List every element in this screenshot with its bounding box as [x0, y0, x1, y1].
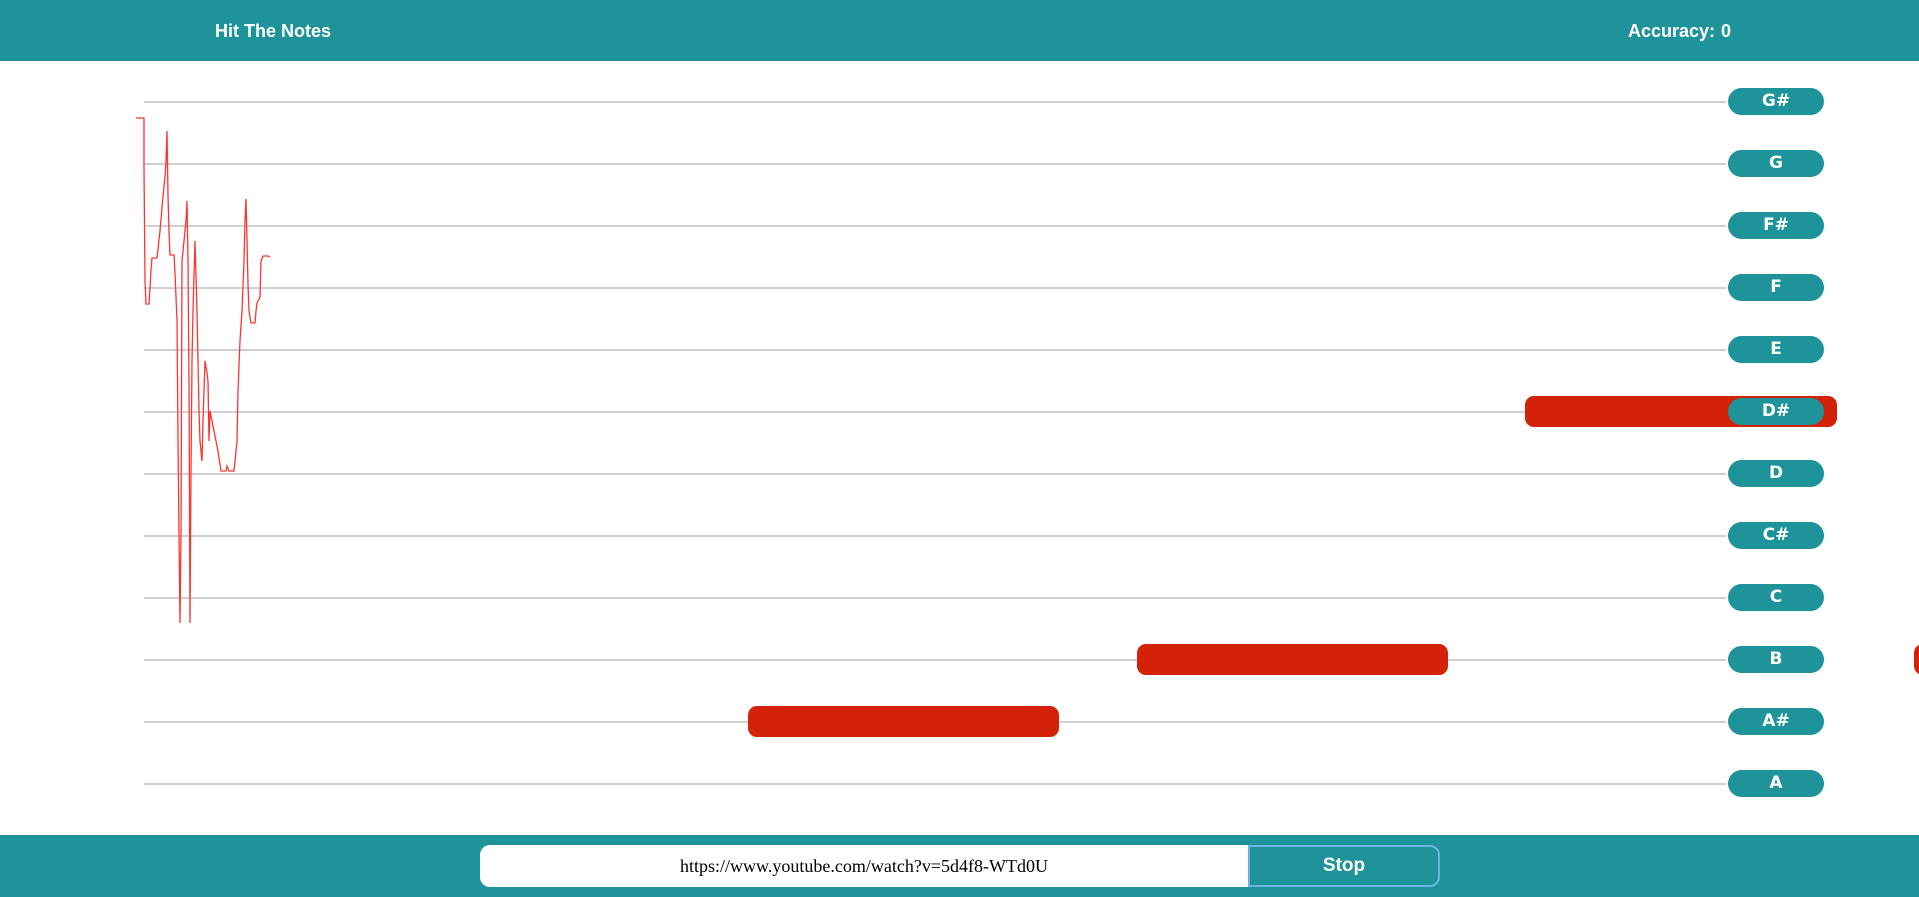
- note-label: D: [1728, 460, 1824, 487]
- top-bar: Hit The Notes Accuracy: 0: [0, 0, 1919, 61]
- accuracy-value: 0: [1721, 21, 1732, 41]
- accuracy-readout: Accuracy: 0: [1628, 20, 1731, 42]
- bottom-bar: Stop: [0, 835, 1919, 897]
- youtube-url-input[interactable]: [480, 845, 1248, 887]
- target-note-bar-b: [1137, 644, 1448, 675]
- note-label: C#: [1728, 522, 1824, 549]
- note-staff: G# G F# F E D# D C# C B A# A: [0, 61, 1919, 835]
- pitch-trace-line: [136, 117, 271, 624]
- target-note-bar-b: [1914, 644, 1919, 675]
- note-label: F: [1728, 274, 1824, 301]
- note-label: A: [1728, 770, 1824, 797]
- note-label: C: [1728, 584, 1824, 611]
- note-label: B: [1728, 646, 1824, 673]
- note-label: G: [1728, 150, 1824, 177]
- note-label: G#: [1728, 88, 1824, 115]
- accuracy-label: Accuracy:: [1628, 21, 1716, 41]
- note-label: A#: [1728, 708, 1824, 735]
- note-label: F#: [1728, 212, 1824, 239]
- target-note-bar-asharp: [748, 706, 1059, 737]
- stop-button[interactable]: Stop: [1248, 845, 1440, 887]
- app-title: Hit The Notes: [215, 21, 332, 41]
- note-label: E: [1728, 336, 1824, 363]
- note-label: D#: [1728, 398, 1824, 425]
